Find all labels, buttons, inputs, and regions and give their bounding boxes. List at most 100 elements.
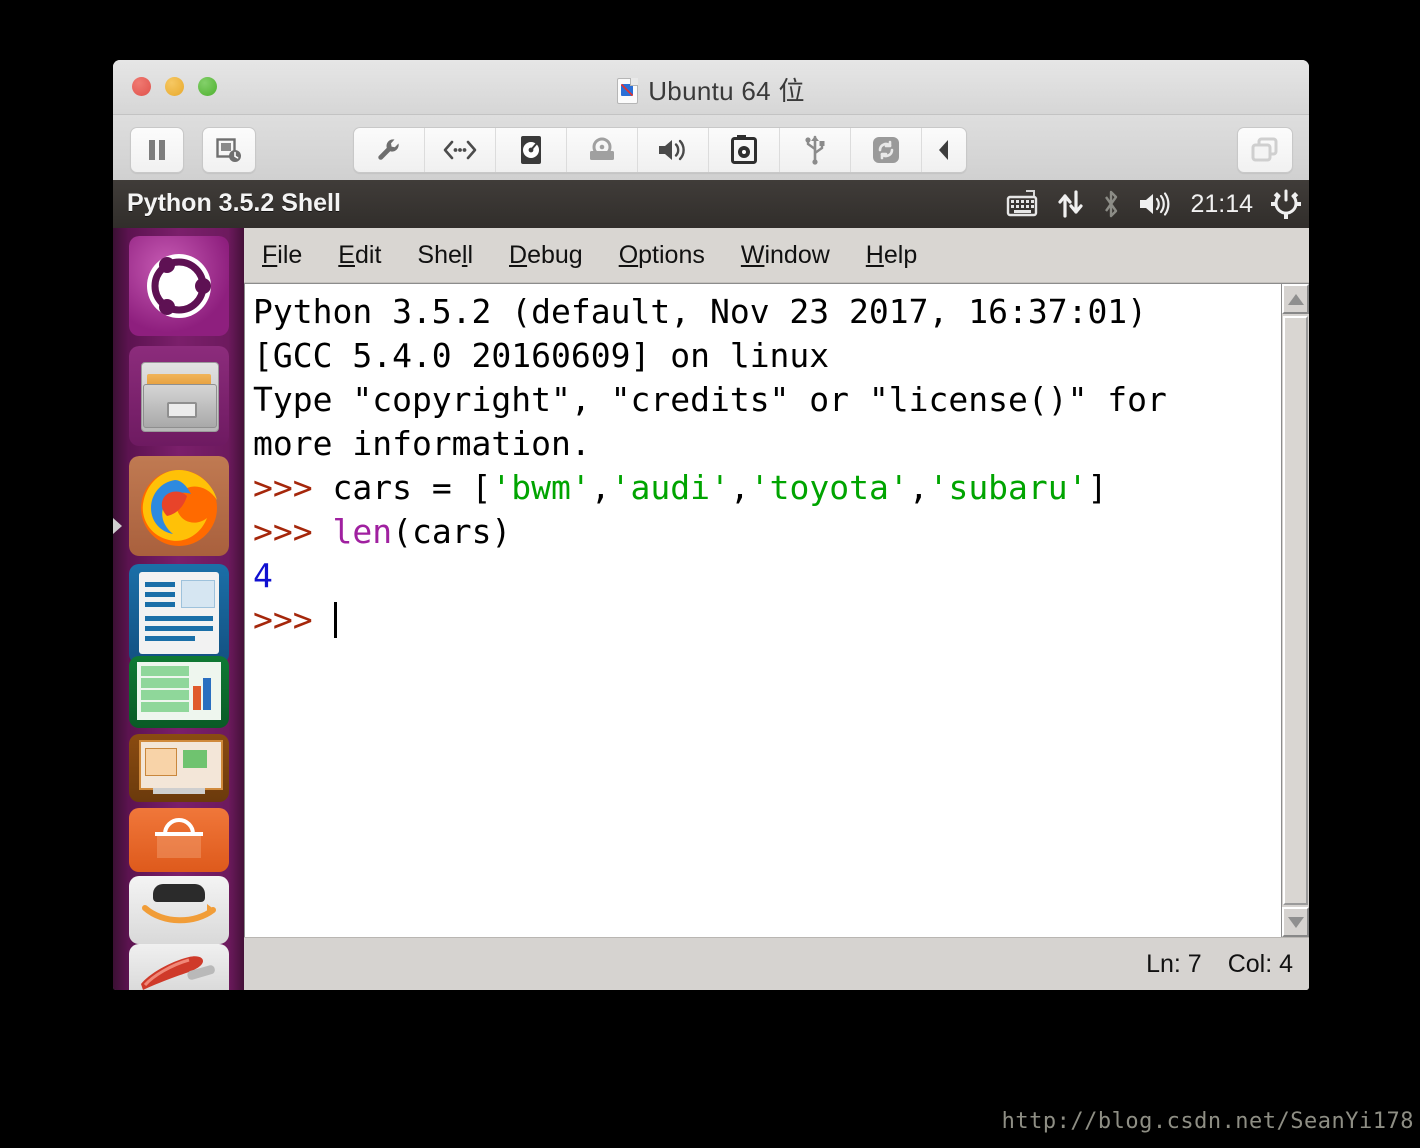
keyboard-indicator-icon[interactable] xyxy=(1006,190,1040,218)
settings-wrench-button[interactable] xyxy=(354,128,425,172)
menu-options-acc: O xyxy=(618,240,639,269)
menu-shell-rest: l xyxy=(467,240,473,269)
console-segment: , xyxy=(590,468,611,507)
bluetooth-icon[interactable] xyxy=(1102,190,1120,218)
console-line: 4 xyxy=(253,554,1281,598)
panel-clock[interactable]: 21:14 xyxy=(1190,190,1253,219)
scroll-down-arrow[interactable] xyxy=(1282,907,1309,937)
console-line: >>> len(cars) xyxy=(253,510,1281,554)
menu-help[interactable]: Help xyxy=(862,239,921,272)
menu-options[interactable]: Options xyxy=(615,239,709,272)
network-button[interactable] xyxy=(425,128,496,172)
launcher-item-libreoffice-impress[interactable] xyxy=(129,734,229,802)
console-segment: more information. xyxy=(253,424,591,463)
idle-shell-window: File Edit Shell Debug Options Window Hel… xyxy=(244,228,1309,990)
software-bag-icon xyxy=(155,818,203,858)
launcher-prev-arrow-icon[interactable] xyxy=(113,518,122,534)
usb-icon xyxy=(805,135,825,165)
scroll-up-arrow[interactable] xyxy=(1282,284,1309,314)
idle-console-text[interactable]: Python 3.5.2 (default, Nov 23 2017, 16:3… xyxy=(245,284,1281,937)
menu-window-acc: W xyxy=(740,240,765,269)
idle-menubar: File Edit Shell Debug Options Window Hel… xyxy=(244,228,1309,283)
console-segment: Type "copyright", "credits" or "license(… xyxy=(253,380,1167,419)
menu-edit-acc: E xyxy=(338,240,355,269)
menu-window[interactable]: Window xyxy=(737,239,834,272)
sync-icon xyxy=(873,137,899,163)
unity-view-icon xyxy=(1251,137,1278,162)
idle-vertical-scrollbar[interactable] xyxy=(1281,284,1309,937)
menu-debug-acc: D xyxy=(509,240,528,269)
vm-titlebar: Ubuntu 64 位 xyxy=(113,60,1309,115)
launcher-item-system-settings[interactable] xyxy=(129,944,229,990)
ubuntu-guest-screen: Python 3.5.2 Shell 21:14 File Edit Shell… xyxy=(113,180,1309,990)
pause-button[interactable] xyxy=(130,127,184,173)
screenshot-root: Ubuntu 64 位 Python 3.5.2 Shell 21:14 Fil… xyxy=(0,0,1420,1148)
console-line: Python 3.5.2 (default, Nov 23 2017, 16:3… xyxy=(253,290,1281,334)
console-segment: len xyxy=(332,512,393,551)
menu-shell[interactable]: Shell xyxy=(413,239,477,272)
vm-toolbar xyxy=(113,115,1309,182)
vm-document-icon xyxy=(617,78,639,104)
launcher-item-ubuntu-dash[interactable] xyxy=(129,236,229,336)
console-segment: >>> xyxy=(253,512,333,551)
vm-window-title: Ubuntu 64 位 xyxy=(113,71,1309,108)
console-line: [GCC 5.4.0 20160609] on linux xyxy=(253,334,1281,378)
power-gear-icon[interactable] xyxy=(1271,189,1301,219)
menu-edit-rest: dit xyxy=(354,240,382,269)
launcher-item-libreoffice-writer[interactable] xyxy=(129,564,229,664)
idle-text-area-wrapper: Python 3.5.2 (default, Nov 23 2017, 16:3… xyxy=(244,283,1309,937)
console-segment: >>> xyxy=(253,468,333,507)
hard-disk-button[interactable] xyxy=(496,128,567,172)
launcher-item-amazon[interactable] xyxy=(129,876,229,944)
console-line: Type "copyright", "credits" or "license(… xyxy=(253,378,1281,422)
vm-title-text: Ubuntu 64 位 xyxy=(648,76,805,106)
camera-icon xyxy=(731,135,757,164)
watermark-text: http://blog.csdn.net/SeanYi178 xyxy=(1001,1109,1414,1134)
launcher-item-ubuntu-software[interactable] xyxy=(129,808,229,872)
menu-help-rest: elp xyxy=(883,240,918,269)
amazon-smile-icon xyxy=(142,904,216,924)
console-segment: >>> xyxy=(253,600,333,639)
panel-indicator-tray: 21:14 xyxy=(1006,180,1301,228)
menu-debug-rest: ebug xyxy=(527,240,583,269)
hard-disk-icon xyxy=(521,136,541,164)
sound-icon xyxy=(659,139,685,161)
console-segment: 4 xyxy=(253,556,273,595)
unity-launcher xyxy=(113,228,244,990)
camera-button[interactable] xyxy=(709,128,780,172)
collapse-arrow-icon xyxy=(939,140,948,160)
console-segment: (cars) xyxy=(392,512,512,551)
menu-options-rest: ptions xyxy=(638,240,705,269)
sync-button[interactable] xyxy=(851,128,922,172)
launcher-item-files[interactable] xyxy=(129,346,229,446)
text-cursor xyxy=(334,602,338,638)
launcher-item-firefox[interactable] xyxy=(129,456,229,556)
console-segment: , xyxy=(908,468,929,507)
unity-view-button[interactable] xyxy=(1237,127,1293,173)
console-segment: 'subaru' xyxy=(928,468,1088,507)
menu-help-acc: H xyxy=(865,240,884,269)
menu-file[interactable]: File xyxy=(258,239,306,272)
scrollbar-thumb[interactable] xyxy=(1283,316,1308,905)
launcher-item-libreoffice-calc[interactable] xyxy=(129,656,229,728)
cd-drive-button[interactable] xyxy=(567,128,638,172)
unity-top-panel: Python 3.5.2 Shell 21:14 xyxy=(113,180,1309,228)
network-icon xyxy=(443,140,477,160)
snapshot-button[interactable] xyxy=(202,127,256,173)
ubuntu-logo-icon xyxy=(147,254,211,318)
console-line: >>> cars = ['bwm','audi','toyota','subar… xyxy=(253,466,1281,510)
console-segment: 'audi' xyxy=(610,468,730,507)
console-segment: , xyxy=(729,468,750,507)
volume-icon[interactable] xyxy=(1138,191,1172,217)
menu-file-acc: F xyxy=(262,240,278,269)
console-segment: cars = [ xyxy=(332,468,492,507)
network-updown-icon[interactable] xyxy=(1058,190,1084,218)
collapse-arrow-button[interactable] xyxy=(922,128,966,172)
usb-button[interactable] xyxy=(780,128,851,172)
status-line-number: Ln: 7 xyxy=(1146,949,1202,978)
menu-debug[interactable]: Debug xyxy=(505,239,587,272)
menu-edit[interactable]: Edit xyxy=(334,239,385,272)
console-line: more information. xyxy=(253,422,1281,466)
console-line: >>> xyxy=(253,598,1281,642)
sound-button[interactable] xyxy=(638,128,709,172)
